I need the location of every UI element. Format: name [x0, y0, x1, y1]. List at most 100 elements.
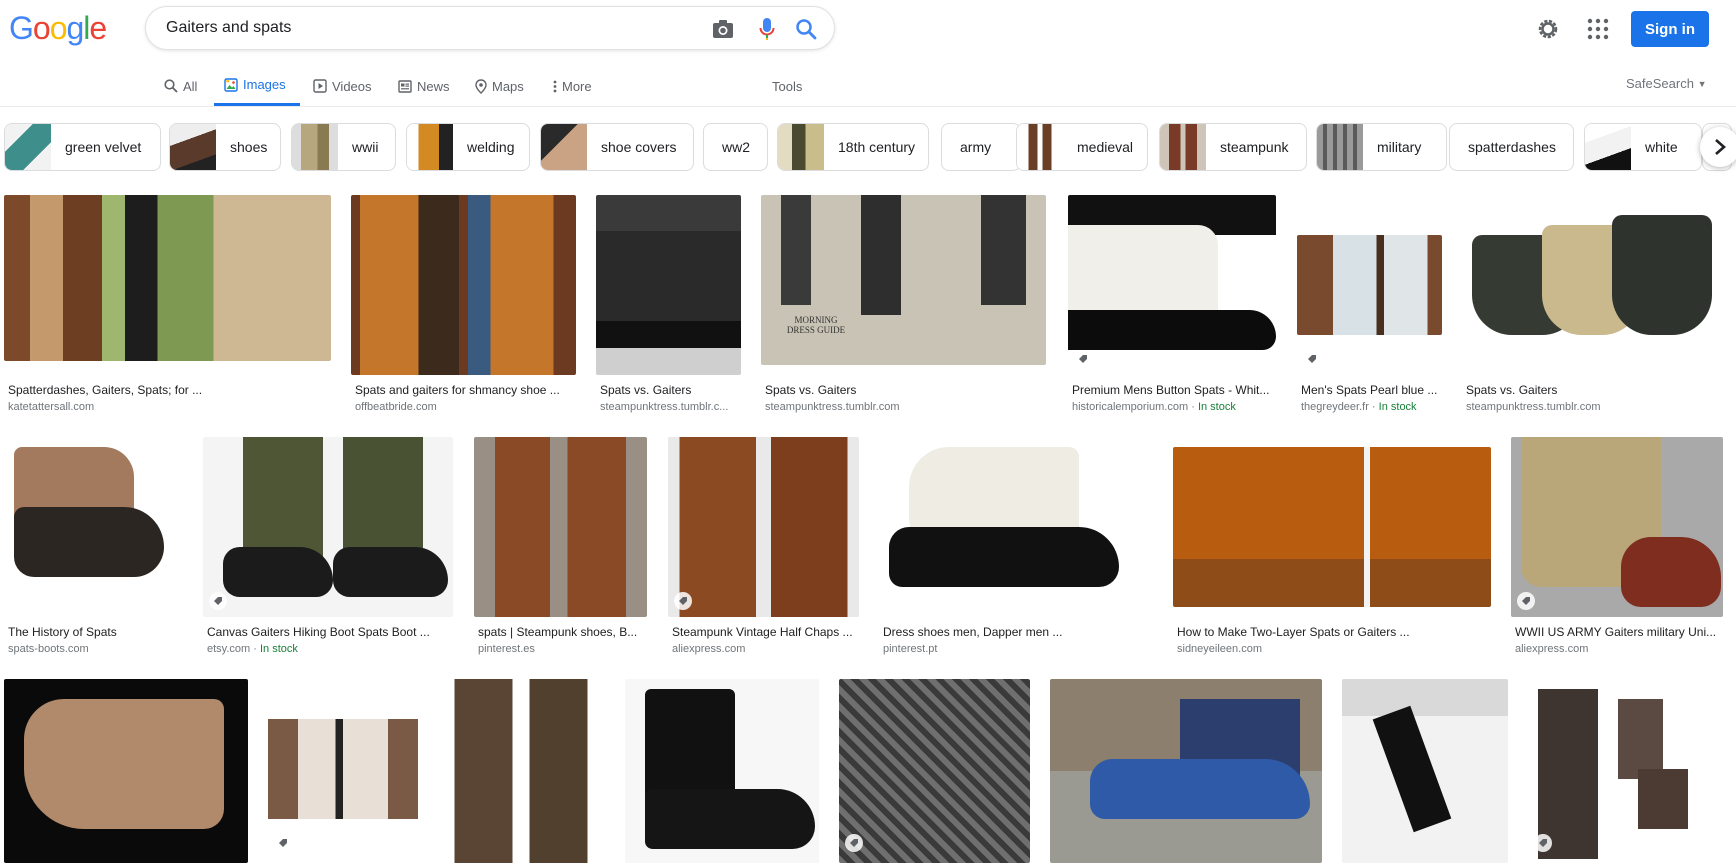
more-vertical-icon [553, 80, 557, 92]
chip-green-velvet[interactable]: green velvet [4, 123, 161, 171]
result-thumbnail[interactable] [1297, 235, 1442, 335]
logo-letter: o [32, 10, 51, 46]
image-result[interactable] [4, 679, 248, 863]
chips-next-button[interactable] [1700, 127, 1736, 167]
image-result[interactable] [1342, 679, 1508, 863]
chip-wwii[interactable]: wwii [291, 123, 396, 171]
tab-news[interactable]: News [398, 70, 450, 106]
chip-welding[interactable]: welding [406, 123, 530, 171]
result-title[interactable]: How to Make Two-Layer Spats or Gaiters .… [1177, 625, 1491, 639]
chip-spatterdashes[interactable]: spatterdashes [1449, 123, 1574, 171]
source-domain: aliexpress.com [672, 643, 746, 655]
result-thumbnail[interactable] [351, 195, 576, 375]
apps-grid-icon[interactable] [1587, 18, 1609, 45]
google-logo[interactable]: Google [9, 10, 107, 47]
search-input[interactable]: Gaiters and spats [166, 19, 291, 37]
result-thumbnail[interactable] [4, 437, 184, 617]
result-title[interactable]: Spatterdashes, Gaiters, Spats; for ... [8, 383, 328, 397]
image-result[interactable]: Spats vs. Gaiters steampunktress.tumblr.… [596, 195, 741, 415]
camera-icon[interactable] [711, 17, 735, 41]
safesearch-label: SafeSearch [1626, 76, 1694, 91]
image-result[interactable]: WWII US ARMY Gaiters military Uni... ali… [1511, 437, 1723, 657]
search-icon[interactable] [794, 17, 818, 41]
gear-icon[interactable] [1536, 17, 1560, 46]
result-title[interactable]: Spats vs. Gaiters [600, 383, 740, 397]
result-thumbnail[interactable] [4, 195, 331, 361]
result-title[interactable]: The History of Spats [8, 625, 184, 639]
tab-images[interactable]: Images [214, 70, 300, 106]
result-title[interactable]: Spats vs. Gaiters [765, 383, 1045, 397]
result-thumbnail[interactable] [625, 679, 819, 863]
chip-army[interactable]: army [941, 123, 1021, 171]
result-thumbnail[interactable] [1342, 679, 1508, 863]
result-thumbnail[interactable] [4, 679, 248, 863]
image-result[interactable]: Spats and gaiters for shmancy shoe ... o… [351, 195, 576, 415]
result-thumbnail[interactable] [596, 195, 741, 375]
header: Google Gaiters and spats Sign in [0, 0, 1736, 56]
image-result[interactable]: Spatterdashes, Gaiters, Spats; for ... k… [4, 195, 331, 415]
chip-ww2[interactable]: ww2 [703, 123, 768, 171]
image-result[interactable] [438, 679, 604, 863]
image-result[interactable] [1528, 679, 1696, 863]
result-title[interactable]: Dress shoes men, Dapper men ... [883, 625, 1153, 639]
chip-white[interactable]: white [1584, 123, 1702, 171]
safesearch-menu[interactable]: SafeSearch ▼ [1626, 76, 1706, 91]
result-thumbnail[interactable] [1511, 437, 1723, 617]
tag-icon [1534, 834, 1552, 852]
result-title[interactable]: Premium Mens Button Spats - Whit... [1072, 383, 1276, 397]
result-thumbnail[interactable] [268, 679, 418, 863]
result-title[interactable]: Spats and gaiters for shmancy shoe ... [355, 383, 575, 397]
chip-military[interactable]: military [1316, 123, 1447, 171]
chip-label: wwii [352, 139, 379, 155]
image-result[interactable]: Steampunk Vintage Half Chaps ... aliexpr… [668, 437, 859, 657]
image-result[interactable]: Men's Spats Pearl blue ... thegreydeer.f… [1297, 195, 1442, 415]
result-title[interactable]: Spats vs. Gaiters [1466, 383, 1721, 397]
result-title[interactable]: spats | Steampunk shoes, B... [478, 625, 646, 639]
tab-label: Images [243, 77, 286, 92]
image-result[interactable]: How to Make Two-Layer Spats or Gaiters .… [1173, 437, 1491, 657]
image-result[interactable]: spats | Steampunk shoes, B... pinterest.… [474, 437, 647, 657]
result-thumbnail[interactable] [474, 437, 647, 617]
image-result[interactable] [625, 679, 819, 863]
result-thumbnail[interactable] [1528, 679, 1696, 863]
image-result[interactable]: Premium Mens Button Spats - Whit... hist… [1068, 195, 1276, 415]
image-result[interactable] [268, 679, 418, 863]
result-thumbnail[interactable] [1050, 679, 1322, 863]
result-thumbnail[interactable] [668, 437, 859, 617]
chip-shoe-covers[interactable]: shoe covers [540, 123, 694, 171]
result-thumbnail[interactable] [839, 679, 1030, 863]
image-result[interactable]: MORNING DRESS GUIDE Spats vs. Gaiters st… [761, 195, 1046, 415]
image-result[interactable] [839, 679, 1030, 863]
chip-18th-century[interactable]: 18th century [777, 123, 929, 171]
image-result[interactable] [1050, 679, 1322, 863]
image-result[interactable]: Dress shoes men, Dapper men ... pinteres… [879, 437, 1153, 657]
result-thumbnail[interactable] [1462, 195, 1722, 375]
sign-in-button[interactable]: Sign in [1631, 11, 1709, 47]
search-box[interactable]: Gaiters and spats [145, 6, 835, 50]
tab-more[interactable]: More [553, 70, 592, 106]
tab-videos[interactable]: Videos [313, 70, 372, 106]
result-thumbnail[interactable] [879, 437, 1153, 617]
result-thumbnail[interactable]: MORNING DRESS GUIDE [761, 195, 1046, 365]
result-thumbnail[interactable] [203, 437, 453, 617]
result-title[interactable]: WWII US ARMY Gaiters military Uni... [1515, 625, 1723, 639]
result-thumbnail[interactable] [438, 679, 604, 863]
chip-shoes[interactable]: shoes [169, 123, 281, 171]
microphone-icon[interactable] [755, 17, 779, 41]
source-domain: spats-boots.com [8, 643, 89, 655]
image-result[interactable]: The History of Spats spats-boots.com [4, 437, 184, 657]
source-domain: aliexpress.com [1515, 643, 1589, 655]
chip-medieval[interactable]: medieval [1016, 123, 1148, 171]
tab-maps[interactable]: Maps [475, 70, 524, 106]
result-thumbnail[interactable] [1068, 195, 1276, 375]
result-title[interactable]: Canvas Gaiters Hiking Boot Spats Boot ..… [207, 625, 452, 639]
image-result[interactable]: Canvas Gaiters Hiking Boot Spats Boot ..… [203, 437, 453, 657]
source-domain: thegreydeer.fr [1301, 401, 1369, 413]
result-title[interactable]: Steampunk Vintage Half Chaps ... [672, 625, 858, 639]
result-thumbnail[interactable] [1173, 447, 1491, 607]
result-title[interactable]: Men's Spats Pearl blue ... [1301, 383, 1441, 397]
chip-steampunk[interactable]: steampunk [1159, 123, 1307, 171]
image-result[interactable]: Spats vs. Gaiters steampunktress.tumblr.… [1462, 195, 1722, 415]
tab-tools[interactable]: Tools [772, 70, 802, 106]
tab-all[interactable]: All [164, 70, 197, 106]
